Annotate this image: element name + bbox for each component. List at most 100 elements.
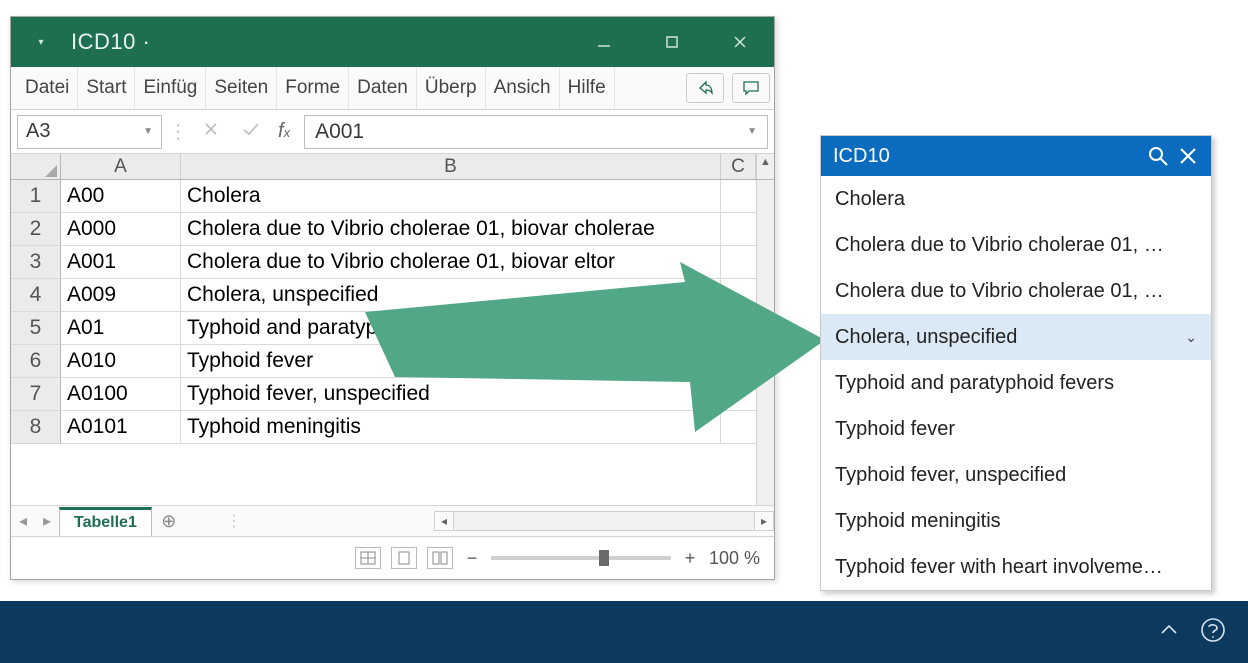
scroll-right-icon[interactable]: ▸	[754, 511, 774, 531]
select-all-corner[interactable]	[11, 154, 61, 179]
view-page-break-button[interactable]	[427, 547, 453, 569]
chevron-down-icon[interactable]: ▼	[143, 126, 153, 137]
ribbon-tab-daten[interactable]: Daten	[349, 67, 417, 109]
cell[interactable]	[721, 378, 756, 410]
cell[interactable]: Cholera, unspecified	[181, 279, 721, 311]
list-item[interactable]: Typhoid meningitis	[821, 498, 1211, 544]
vertical-scrollbar[interactable]: ▲	[756, 154, 774, 179]
cell[interactable]	[721, 279, 756, 311]
cell[interactable]: A00	[61, 180, 181, 212]
zoom-out-button[interactable]: −	[463, 548, 481, 569]
view-normal-button[interactable]	[355, 547, 381, 569]
horizontal-scrollbar[interactable]: ◂ ▸	[434, 511, 774, 531]
list-item[interactable]: Cholera, unspecified⌄	[821, 314, 1211, 360]
list-item[interactable]: Typhoid fever, unspecified	[821, 452, 1211, 498]
list-item[interactable]: Cholera due to Vibrio cholerae 01, …	[821, 268, 1211, 314]
cell[interactable]: A0101	[61, 411, 181, 443]
ribbon-tab-ansicht[interactable]: Ansich	[486, 67, 560, 109]
zoom-in-button[interactable]: +	[681, 548, 699, 569]
scroll-left-icon[interactable]: ◂	[434, 511, 454, 531]
column-header-c[interactable]: C	[721, 154, 756, 179]
cell[interactable]: A001	[61, 246, 181, 278]
ribbon-tab-start[interactable]: Start	[78, 67, 135, 109]
break-icon	[432, 551, 448, 565]
row-header[interactable]: 5	[11, 312, 61, 344]
ribbon-tab-einfuegen[interactable]: Einfüg	[135, 67, 206, 109]
ribbon-tab-formeln[interactable]: Forme	[277, 67, 349, 109]
list-item[interactable]: Typhoid and paratyphoid fevers	[821, 360, 1211, 406]
view-page-layout-button[interactable]	[391, 547, 417, 569]
sheet-nav-next[interactable]: ▸	[35, 511, 59, 531]
cell[interactable]: Typhoid fever	[181, 345, 721, 377]
cell[interactable]: Cholera due to Vibrio cholerae 01, biova…	[181, 246, 721, 278]
comments-button[interactable]	[732, 73, 770, 103]
row-header[interactable]: 1	[11, 180, 61, 212]
cell[interactable]: Typhoid fever, unspecified	[181, 378, 721, 410]
window-title: ICD10 ·	[71, 29, 150, 55]
minimize-button[interactable]	[570, 17, 638, 67]
list-item-label: Typhoid fever with heart involveme…	[835, 556, 1163, 579]
close-panel-button[interactable]	[1173, 146, 1203, 166]
cell[interactable]: A01	[61, 312, 181, 344]
list-item-label: Typhoid fever	[835, 418, 955, 441]
row-header[interactable]: 2	[11, 213, 61, 245]
vertical-scrollbar-track[interactable]	[756, 180, 774, 505]
cell[interactable]: Cholera	[181, 180, 721, 212]
name-box[interactable]: A3 ▼	[17, 115, 162, 149]
ribbon-tab-ueberpruefen[interactable]: Überp	[417, 67, 486, 109]
ribbon-tab-hilfe[interactable]: Hilfe	[560, 67, 615, 109]
sheet-tab[interactable]: Tabelle1	[59, 507, 152, 536]
cell[interactable]	[721, 213, 756, 245]
list-item[interactable]: Cholera	[821, 176, 1211, 222]
sheet-nav-prev[interactable]: ◂	[11, 511, 35, 531]
column-header-a[interactable]: A	[61, 154, 181, 179]
table-row: 1A00Cholera	[11, 180, 756, 213]
cell[interactable]	[721, 345, 756, 377]
formula-bar[interactable]: A001 ▼	[304, 115, 768, 149]
zoom-slider[interactable]	[491, 556, 671, 560]
cancel-formula-button[interactable]	[194, 120, 228, 143]
cell[interactable]: A0100	[61, 378, 181, 410]
collapse-button[interactable]	[1158, 619, 1180, 646]
ribbon-tab-seiten[interactable]: Seiten	[206, 67, 277, 109]
cell[interactable]: A010	[61, 345, 181, 377]
row-header[interactable]: 4	[11, 279, 61, 311]
cell[interactable]	[721, 312, 756, 344]
cell[interactable]	[721, 246, 756, 278]
name-box-value: A3	[26, 120, 50, 143]
list-item[interactable]: Typhoid fever	[821, 406, 1211, 452]
share-button[interactable]	[686, 73, 724, 103]
row-header[interactable]: 3	[11, 246, 61, 278]
cell[interactable]: Typhoid meningitis	[181, 411, 721, 443]
list-item[interactable]: Typhoid fever with heart involveme…	[821, 544, 1211, 590]
add-sheet-button[interactable]: ⊕	[152, 511, 186, 532]
table-row: 4A009Cholera, unspecified	[11, 279, 756, 312]
quick-access-toolbar[interactable]: ▾	[11, 37, 71, 48]
cell[interactable]: Cholera due to Vibrio cholerae 01, biova…	[181, 213, 721, 245]
column-header-b[interactable]: B	[181, 154, 721, 179]
page-icon	[396, 551, 412, 565]
row-header[interactable]: 6	[11, 345, 61, 377]
row-header[interactable]: 8	[11, 411, 61, 443]
cell[interactable]: A000	[61, 213, 181, 245]
close-icon	[732, 34, 748, 50]
qat-dropdown-icon[interactable]: ▾	[38, 37, 43, 48]
cell[interactable]	[721, 411, 756, 443]
cell[interactable]: A009	[61, 279, 181, 311]
close-button[interactable]	[706, 17, 774, 67]
table-row: 5A01Typhoid and paratyphoid fevers	[11, 312, 756, 345]
scroll-up-icon[interactable]: ▲	[760, 154, 771, 170]
row-header[interactable]: 7	[11, 378, 61, 410]
ribbon-tab-datei[interactable]: Datei	[11, 67, 78, 109]
fx-label[interactable]: fx	[274, 120, 298, 143]
cell[interactable]: Typhoid and paratyphoid fevers	[181, 312, 721, 344]
zoom-level[interactable]: 100 %	[709, 548, 760, 569]
list-item[interactable]: Cholera due to Vibrio cholerae 01, …	[821, 222, 1211, 268]
search-button[interactable]	[1143, 146, 1173, 166]
chevron-down-icon[interactable]: ▼	[747, 126, 757, 137]
cell[interactable]	[721, 180, 756, 212]
help-button[interactable]	[1200, 617, 1226, 648]
maximize-button[interactable]	[638, 17, 706, 67]
accept-formula-button[interactable]	[234, 120, 268, 143]
chevron-down-icon[interactable]: ⌄	[1185, 329, 1197, 346]
